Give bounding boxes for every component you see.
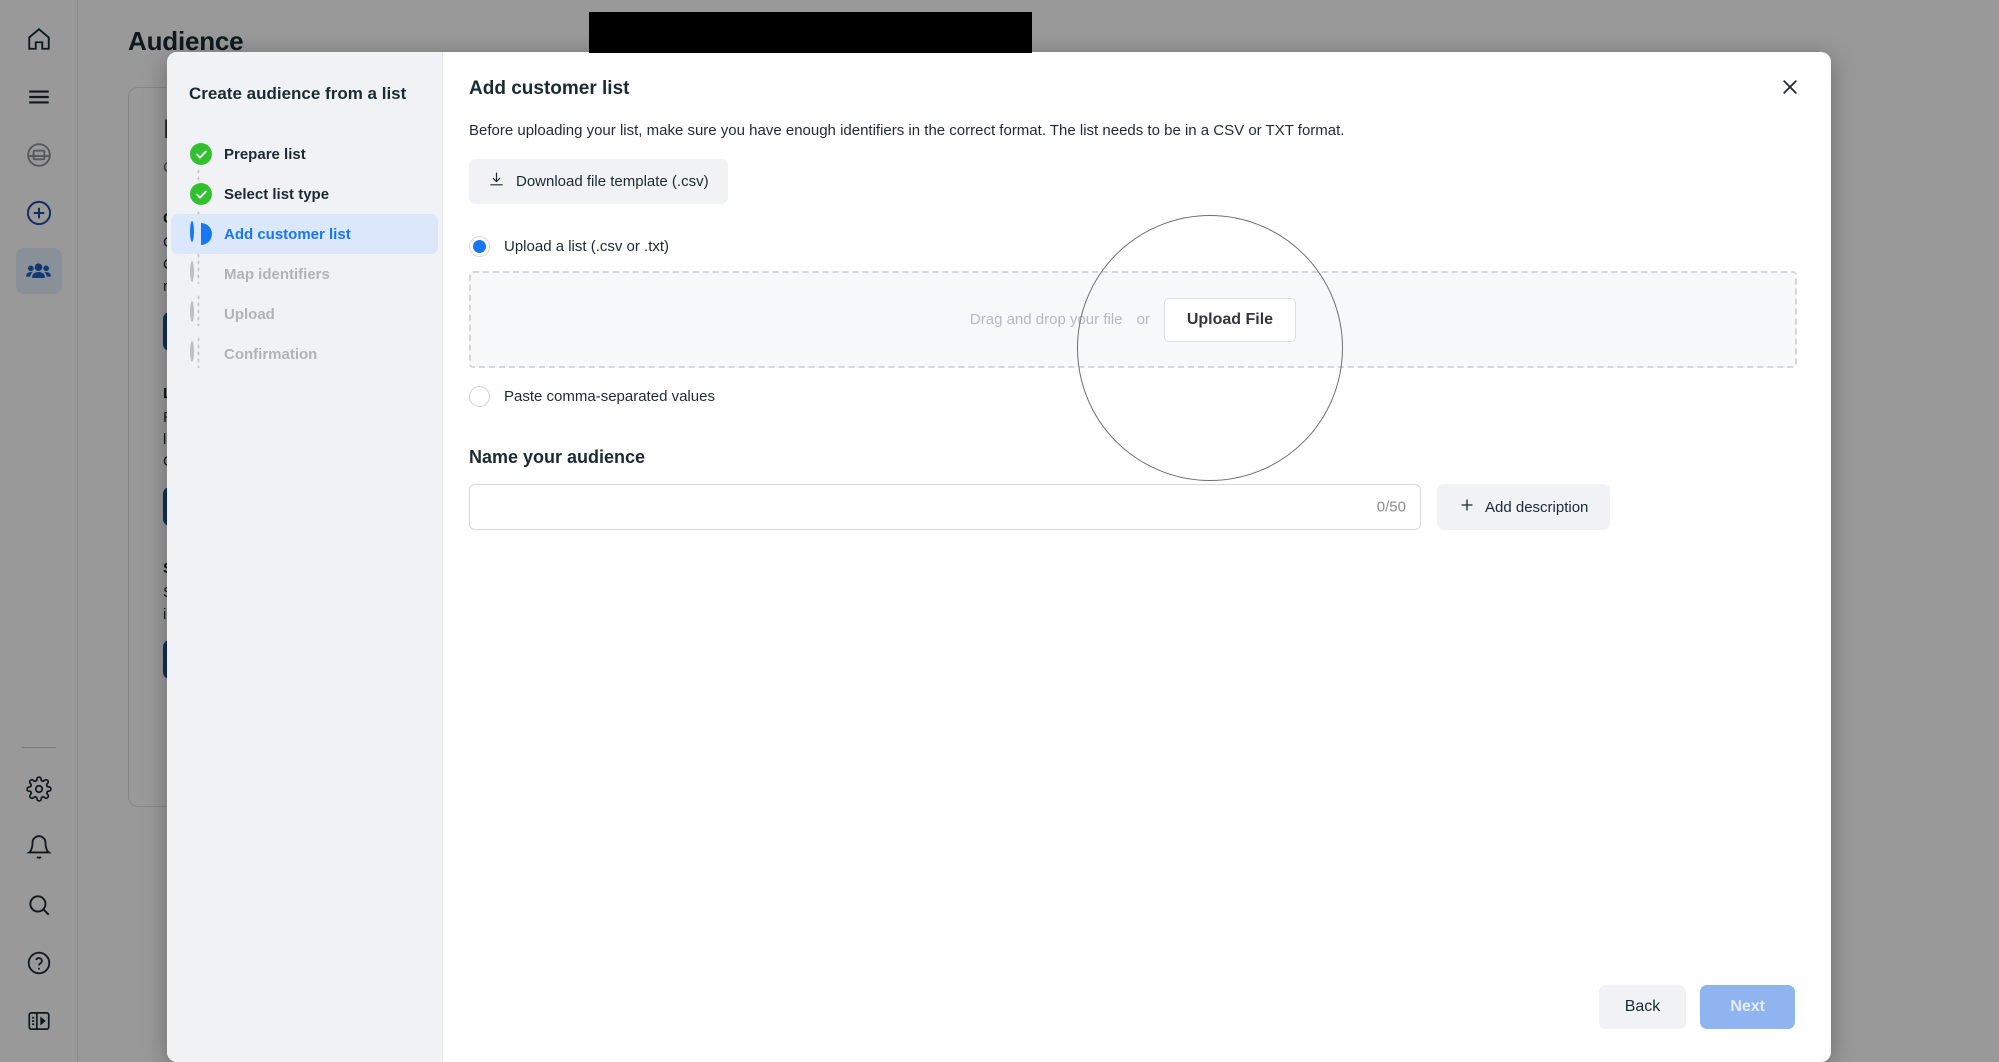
modal-main-panel: Add customer list Before uploading your … (443, 52, 1831, 1062)
upload-file-button[interactable]: Upload File (1163, 297, 1297, 342)
file-dropzone[interactable]: Drag and drop your file or Upload File (469, 271, 1797, 368)
step-pending-icon (190, 261, 212, 285)
stepper-item-label: Prepare list (224, 145, 306, 163)
step-pending-icon (190, 341, 212, 365)
stepper-item-add-customer-list[interactable]: Add customer list (171, 214, 438, 254)
stepper-item-map-identifiers[interactable]: Map identifiers (171, 254, 438, 294)
stepper-item-confirmation[interactable]: Confirmation (171, 334, 438, 374)
create-audience-modal: Create audience from a list Prepare list (167, 52, 1831, 1062)
radio-unselected-icon (469, 386, 490, 407)
stepper-item-label: Confirmation (224, 345, 318, 363)
modal-footer: Back Next (443, 970, 1831, 1062)
radio-option-upload-list[interactable]: Upload a list (.csv or .txt) (469, 236, 1797, 257)
radio-option-label: Paste comma-separated values (504, 388, 715, 405)
redaction-bar (589, 12, 1032, 53)
audience-name-field: 0/50 (469, 484, 1421, 530)
modal-stepper-sidebar: Create audience from a list Prepare list (167, 52, 443, 1062)
screen-root: Audience Re Cre Cus Co Cus mo C Loo Rea … (0, 0, 1999, 1062)
download-file-template-label: Download file template (.csv) (516, 173, 709, 190)
audience-name-input[interactable] (470, 485, 1420, 529)
add-description-button[interactable]: Add description (1437, 484, 1611, 530)
download-file-template-button[interactable]: Download file template (.csv) (469, 159, 728, 204)
stepper-list: Prepare list Select list type Add custom… (167, 134, 442, 374)
modal-heading: Add customer list (469, 78, 630, 99)
step-complete-icon (190, 183, 212, 205)
name-audience-row: 0/50 Add description (469, 484, 1797, 530)
close-icon[interactable] (1773, 70, 1807, 104)
step-complete-icon (190, 143, 212, 165)
dropzone-or-label: or (1136, 311, 1150, 328)
stepper-item-label: Add customer list (224, 225, 351, 243)
step-in-progress-icon (190, 221, 212, 245)
stepper-item-label: Map identifiers (224, 265, 330, 283)
next-button: Next (1700, 985, 1795, 1029)
plus-icon (1459, 497, 1475, 517)
back-button[interactable]: Back (1598, 985, 1687, 1029)
radio-option-label: Upload a list (.csv or .txt) (504, 238, 670, 255)
radio-selected-icon (469, 236, 490, 257)
radio-option-paste-values[interactable]: Paste comma-separated values (469, 386, 1797, 407)
dropzone-text: Drag and drop your file (969, 311, 1123, 328)
step-pending-icon (190, 301, 212, 325)
stepper-item-label: Select list type (224, 185, 330, 203)
download-icon (488, 171, 505, 192)
modal-description: Before uploading your list, make sure yo… (469, 122, 1345, 139)
stepper-item-select-list-type[interactable]: Select list type (171, 174, 438, 214)
stepper-item-upload[interactable]: Upload (171, 294, 438, 334)
stepper-item-label: Upload (224, 305, 275, 323)
modal-sidebar-title: Create audience from a list (189, 84, 407, 103)
stepper-item-prepare-list[interactable]: Prepare list (171, 134, 438, 174)
character-counter: 0/50 (1376, 498, 1406, 516)
name-audience-heading: Name your audience (469, 447, 646, 467)
add-description-label: Add description (1485, 498, 1589, 516)
